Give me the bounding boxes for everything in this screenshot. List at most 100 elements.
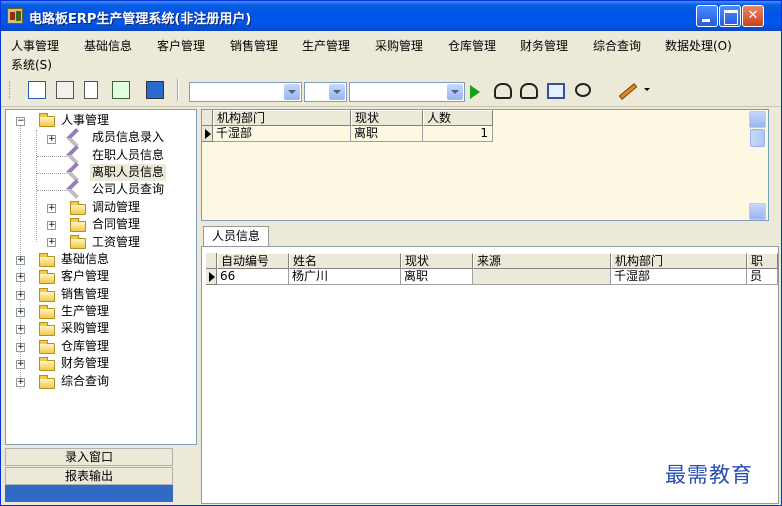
column-header[interactable]: 来源 — [473, 253, 611, 269]
toolbar-grip[interactable] — [9, 81, 12, 99]
zoom-page-icon[interactable] — [547, 83, 565, 99]
menu-production[interactable]: 生产管理 — [302, 37, 350, 54]
nav-tree: − 人事管理 + 成员信息录入 在职人员信息 离职人员信息 公司人员查询 + 调… — [5, 109, 197, 445]
tree-item-contract[interactable]: 合同管理 — [92, 216, 140, 233]
folder-icon — [70, 218, 86, 232]
app-icon — [7, 8, 23, 24]
org-chart-icon[interactable] — [28, 81, 46, 99]
column-header[interactable]: 现状 — [351, 110, 423, 126]
chevron-down-icon[interactable] — [329, 84, 345, 100]
column-header[interactable]: 职 — [747, 253, 778, 269]
expand-icon[interactable]: + — [16, 273, 25, 282]
tree-item-sales[interactable]: 销售管理 — [61, 286, 109, 303]
document-icon[interactable] — [84, 81, 98, 99]
maximize-button[interactable] — [719, 5, 741, 27]
tree-line — [36, 130, 37, 242]
report-output-button[interactable]: 报表输出 — [5, 467, 173, 485]
menu-data[interactable]: 数据处理(O) — [665, 37, 732, 54]
folder-icon — [39, 288, 55, 302]
close-button[interactable]: ✕ — [742, 5, 764, 27]
scroll-up-button[interactable] — [749, 111, 766, 128]
folder-icon — [39, 305, 55, 319]
expand-icon[interactable]: + — [16, 325, 25, 334]
table-cell[interactable]: 千湿部 — [213, 126, 351, 142]
menu-customer[interactable]: 客户管理 — [157, 37, 205, 54]
entry-window-button[interactable]: 录入窗口 — [5, 448, 173, 466]
tree-item-transfer[interactable]: 调动管理 — [92, 199, 140, 216]
column-header[interactable]: 人数 — [423, 110, 493, 126]
tree-item-salary[interactable]: 工资管理 — [92, 234, 140, 251]
expand-icon[interactable]: + — [47, 221, 56, 230]
chevron-down-icon[interactable] — [284, 84, 300, 100]
column-header[interactable]: 自动编号 — [217, 253, 289, 269]
expand-icon[interactable]: + — [16, 378, 25, 387]
tree-item-member-entry[interactable]: 成员信息录入 — [92, 129, 164, 146]
table-cell[interactable]: 离职 — [401, 269, 473, 285]
table-cell[interactable]: 杨广川 — [289, 269, 401, 285]
scroll-down-button[interactable] — [749, 203, 766, 220]
expand-icon[interactable]: + — [47, 238, 56, 247]
monitor-icon[interactable] — [146, 81, 164, 99]
binoculars-icon[interactable] — [494, 83, 512, 99]
column-header[interactable]: 现状 — [401, 253, 473, 269]
menu-sales[interactable]: 销售管理 — [230, 37, 278, 54]
play-icon[interactable] — [470, 85, 480, 99]
left-status-bar — [5, 485, 173, 502]
menu-warehouse[interactable]: 仓库管理 — [448, 37, 496, 54]
table-cell[interactable]: 1 — [423, 126, 493, 142]
tree-item-finance[interactable]: 财务管理 — [61, 355, 109, 372]
toolbar-separator — [177, 79, 179, 101]
filter-combo-3[interactable] — [349, 82, 465, 102]
table-cell[interactable] — [473, 269, 611, 285]
expand-icon[interactable]: + — [16, 343, 25, 352]
card-icon[interactable] — [56, 81, 74, 99]
filter-combo-1[interactable] — [189, 82, 302, 102]
collapse-icon[interactable]: − — [16, 117, 25, 126]
menu-purchase[interactable]: 采购管理 — [375, 37, 423, 54]
table-cell[interactable]: 员 — [747, 269, 778, 285]
row-indicator — [202, 126, 213, 142]
expand-icon[interactable]: + — [16, 291, 25, 300]
column-header[interactable]: 机构部门 — [611, 253, 747, 269]
chevron-down-icon[interactable] — [447, 84, 463, 100]
menu-basic-info[interactable]: 基础信息 — [84, 37, 132, 54]
menu-finance[interactable]: 财务管理 — [520, 37, 568, 54]
grid-indicator — [206, 253, 217, 269]
title-bar[interactable]: 电路板ERP生产管理系统(非注册用户) ✕ — [1, 1, 781, 31]
menu-query[interactable]: 综合查询 — [593, 37, 641, 54]
refresh-icon[interactable] — [575, 83, 591, 97]
column-header[interactable]: 机构部门 — [213, 110, 351, 126]
table-cell[interactable]: 离职 — [351, 126, 423, 142]
minimize-button[interactable] — [696, 5, 718, 27]
tree-item-customer[interactable]: 客户管理 — [61, 268, 109, 285]
tree-item-basic-info[interactable]: 基础信息 — [61, 251, 109, 268]
tree-item-staff-query[interactable]: 公司人员查询 — [92, 181, 164, 198]
expand-icon[interactable]: + — [16, 256, 25, 265]
binoculars-icon[interactable] — [520, 83, 538, 99]
chevron-down-icon[interactable] — [644, 88, 650, 91]
chart-window-icon[interactable] — [112, 81, 130, 99]
expand-icon[interactable]: + — [47, 204, 56, 213]
table-cell[interactable]: 千湿部 — [611, 269, 747, 285]
tab-staff-info[interactable]: 人员信息 — [203, 226, 269, 246]
scroll-thumb[interactable] — [750, 129, 765, 147]
filter-combo-2[interactable] — [304, 82, 347, 102]
folder-open-icon — [39, 113, 55, 127]
expand-icon[interactable]: + — [16, 308, 25, 317]
table-cell[interactable]: 66 — [217, 269, 289, 285]
tree-item-query[interactable]: 综合查询 — [61, 373, 109, 390]
tree-item-personnel[interactable]: 人事管理 — [61, 112, 109, 129]
tree-item-warehouse[interactable]: 仓库管理 — [61, 338, 109, 355]
column-header[interactable]: 姓名 — [289, 253, 401, 269]
expand-icon[interactable]: + — [16, 360, 25, 369]
person-icon — [66, 179, 86, 199]
tree-item-resigned-staff[interactable]: 离职人员信息 — [90, 164, 167, 181]
expand-icon[interactable]: + — [47, 135, 56, 144]
pencil-icon[interactable] — [618, 83, 638, 100]
tree-item-production[interactable]: 生产管理 — [61, 303, 109, 320]
grid-indicator — [202, 110, 213, 126]
tree-item-purchase[interactable]: 采购管理 — [61, 320, 109, 337]
menu-system[interactable]: 系统(S) — [11, 56, 52, 73]
menu-personnel[interactable]: 人事管理 — [11, 37, 59, 54]
tree-item-active-staff[interactable]: 在职人员信息 — [92, 147, 164, 164]
